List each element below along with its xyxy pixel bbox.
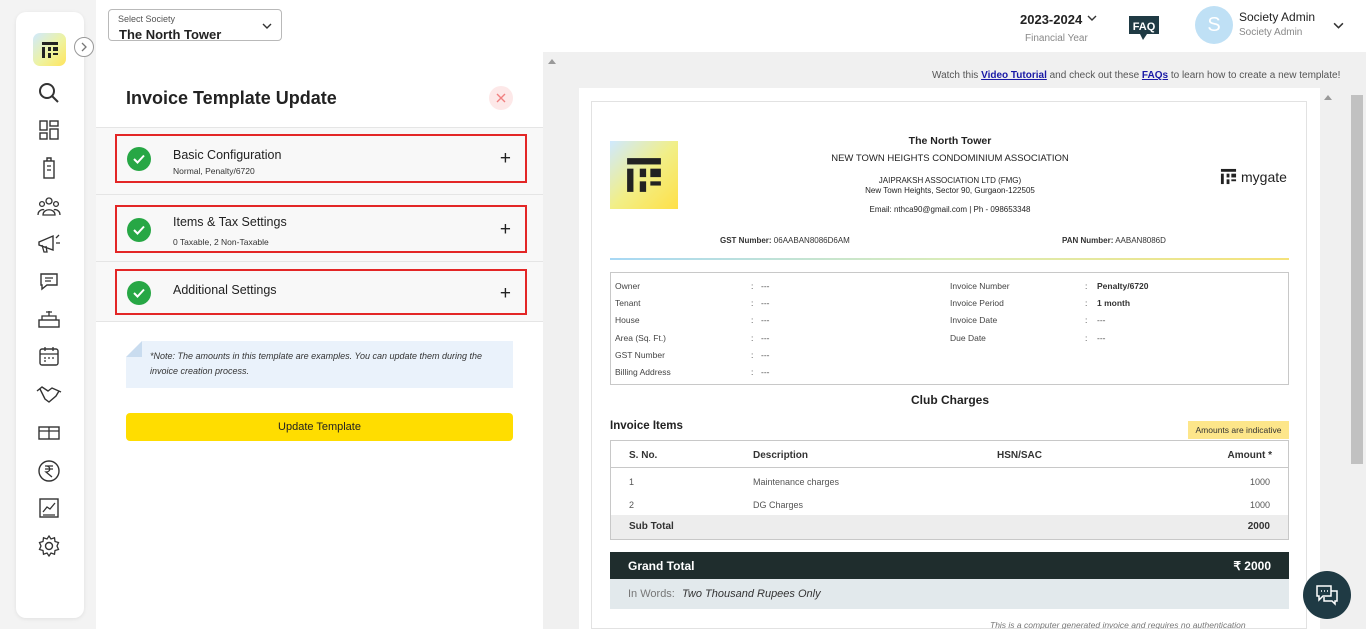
column-header: S. No. [629, 450, 658, 461]
gst-number: GST Number: 06AABAN8086D6AM [720, 236, 850, 245]
column-header: Amount * [1227, 450, 1272, 461]
grand-total-row: Grand Total ₹ 2000 [610, 552, 1289, 579]
footer-note: This is a computer generated invoice and… [990, 620, 1246, 629]
rupee-icon[interactable] [36, 458, 62, 484]
avatar[interactable]: S [1195, 6, 1233, 44]
column-header: Description [753, 450, 809, 461]
pan-number: PAN Number: AABAN8086D [1062, 236, 1166, 245]
gift-icon[interactable] [36, 418, 62, 444]
check-icon [127, 218, 151, 242]
top-bar: Select Society The North Tower 2023-2024… [96, 0, 1366, 52]
section-title: Additional Settings [173, 283, 277, 297]
indicative-badge: Amounts are indicative [1188, 421, 1289, 439]
table-cell: 1000 [1249, 477, 1270, 487]
search-icon[interactable] [36, 80, 62, 106]
logo-mark-icon [41, 41, 58, 58]
invoice-details-box: Owner : --- Tenant : --- House : --- Are… [610, 272, 1289, 385]
sidebar [16, 12, 94, 618]
user-name[interactable]: Society Admin [1239, 10, 1315, 24]
user-role: Society Admin [1239, 27, 1303, 38]
tutorial-hint: Watch this Video Tutorial and check out … [932, 70, 1341, 81]
faq-icon: FAQ [1129, 16, 1159, 40]
check-icon [127, 281, 151, 305]
table-cell: 1 [629, 477, 635, 487]
scroll-up-arrow-icon[interactable] [548, 58, 556, 64]
residents-icon[interactable] [36, 193, 62, 219]
section-items-tax-settings[interactable]: Items & Tax Settings 0 Taxable, 2 Non-Ta… [96, 194, 543, 261]
page-title: Invoice Template Update [126, 88, 337, 108]
mygate-mark-icon [1220, 168, 1237, 185]
table-cell: 1000 [1249, 500, 1270, 510]
close-button[interactable] [489, 86, 513, 110]
chevron-down-icon [262, 23, 272, 29]
chart-icon[interactable] [36, 495, 62, 521]
megaphone-icon[interactable] [36, 230, 62, 256]
chat-bubbles-icon [1316, 585, 1338, 606]
section-basic-configuration[interactable]: Basic Configuration Normal, Penalty/6720… [96, 127, 543, 194]
charges-title: Club Charges [910, 393, 989, 407]
invoice-preview: mygate The North Tower NEW TOWN HEIGHTS … [591, 101, 1307, 629]
note-text: *Note: The amounts in this template are … [150, 351, 483, 376]
financial-year-select[interactable]: 2023-2024 [1020, 12, 1082, 27]
invoice-association: NEW TOWN HEIGHTS CONDOMINIUM ASSOCIATION [831, 153, 1069, 164]
check-icon [127, 147, 151, 171]
invoice-company: JAIPRAKSH ASSOCIATION LTD (FMG) [878, 176, 1022, 185]
user-menu-chevron-icon[interactable] [1333, 20, 1344, 31]
building-icon[interactable] [36, 155, 62, 181]
sidebar-expand-button[interactable] [74, 37, 94, 57]
expand-plus-icon[interactable]: + [500, 220, 511, 239]
section-subtitle: 0 Taxable, 2 Non-Taxable [173, 237, 269, 247]
handshake-icon[interactable] [36, 381, 62, 407]
table-cell: Maintenance charges [753, 477, 840, 487]
faq-label: FAQ [1133, 21, 1156, 33]
expand-plus-icon[interactable]: + [500, 149, 511, 168]
chat-support-button[interactable] [1303, 571, 1351, 619]
invoice-address: New Town Heights, Sector 90, Gurgaon-122… [865, 186, 1035, 195]
update-template-button[interactable]: Update Template [126, 413, 513, 441]
template-settings-panel: Invoice Template Update Basic Configurat… [96, 52, 543, 629]
amount-in-words: In Words: Two Thousand Rupees Only [610, 579, 1289, 609]
settings-icon[interactable] [36, 533, 62, 559]
financial-year-chevron-icon[interactable] [1087, 13, 1097, 23]
invoice-society-name: The North Tower [908, 135, 992, 147]
society-select[interactable]: Select Society The North Tower [108, 9, 282, 42]
amenity-icon[interactable] [36, 306, 62, 332]
financial-year-label: Financial Year [1025, 33, 1088, 44]
subtotal-row: Sub Total 2000 [611, 515, 1288, 539]
section-subtitle: Normal, Penalty/6720 [173, 166, 255, 176]
scrollbar-thumb[interactable] [1351, 95, 1363, 464]
invoice-items-table: S. No. Description HSN/SAC Amount * 1 Ma… [610, 440, 1289, 540]
faq-button[interactable]: FAQ [1127, 15, 1161, 46]
faqs-link[interactable]: FAQs [1142, 70, 1168, 81]
close-icon [496, 93, 506, 103]
column-header: HSN/SAC [997, 450, 1043, 461]
table-cell: 2 [629, 500, 635, 510]
invoice-contact: Email: nthca90@gmail.com | Ph - 09865334… [869, 205, 1031, 214]
table-cell: DG Charges [753, 500, 804, 510]
mygate-brand: mygate [1220, 168, 1287, 185]
preview-scrollbar[interactable] [1322, 88, 1363, 629]
brand-text: mygate [1241, 168, 1287, 185]
chat-icon[interactable] [36, 268, 62, 294]
society-select-value: The North Tower [119, 27, 222, 42]
society-select-label: Select Society [118, 14, 176, 24]
mygate-logo[interactable] [33, 33, 66, 66]
section-title: Items & Tax Settings [173, 215, 287, 229]
header-divider [610, 258, 1289, 260]
template-note: *Note: The amounts in this template are … [126, 341, 513, 388]
invoice-items-label: Invoice Items [610, 420, 683, 432]
video-tutorial-link[interactable]: Video Tutorial [981, 70, 1047, 81]
society-logo [610, 141, 678, 209]
logo-mark-icon [627, 158, 661, 192]
calendar-icon[interactable] [36, 343, 62, 369]
scroll-up-arrow-icon[interactable] [1324, 94, 1332, 100]
section-title: Basic Configuration [173, 148, 282, 162]
chevron-right-icon [81, 42, 87, 52]
dashboard-icon[interactable] [36, 117, 62, 143]
expand-plus-icon[interactable]: + [500, 284, 511, 303]
section-additional-settings[interactable]: Additional Settings + [96, 261, 543, 322]
